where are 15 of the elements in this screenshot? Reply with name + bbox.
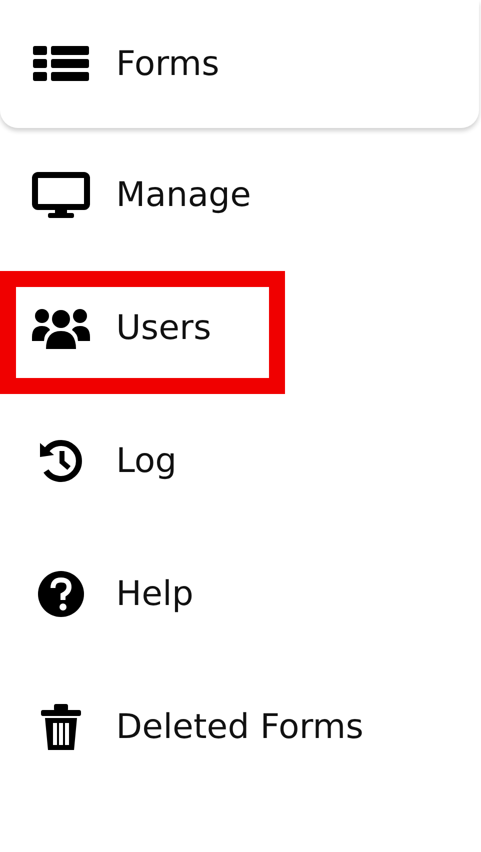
menu-label: Deleted Forms (116, 706, 364, 746)
menu-item[interactable]: Manage (0, 128, 481, 261)
users-icon (30, 306, 92, 348)
menu-label: Log (116, 440, 177, 480)
menu-item[interactable]: Deleted Forms (0, 660, 481, 793)
monitor-icon (30, 172, 92, 218)
menu-item[interactable]: Help (0, 527, 481, 660)
menu-item[interactable]: Users (0, 261, 481, 394)
menu-label: Users (116, 308, 212, 348)
menu-item[interactable]: Log (0, 394, 481, 527)
menu-item[interactable]: Forms (0, 0, 479, 128)
list-icon (30, 46, 92, 82)
menu-label: Help (116, 574, 194, 614)
menu-label: Manage (116, 174, 252, 214)
menu-label: Forms (116, 44, 220, 84)
